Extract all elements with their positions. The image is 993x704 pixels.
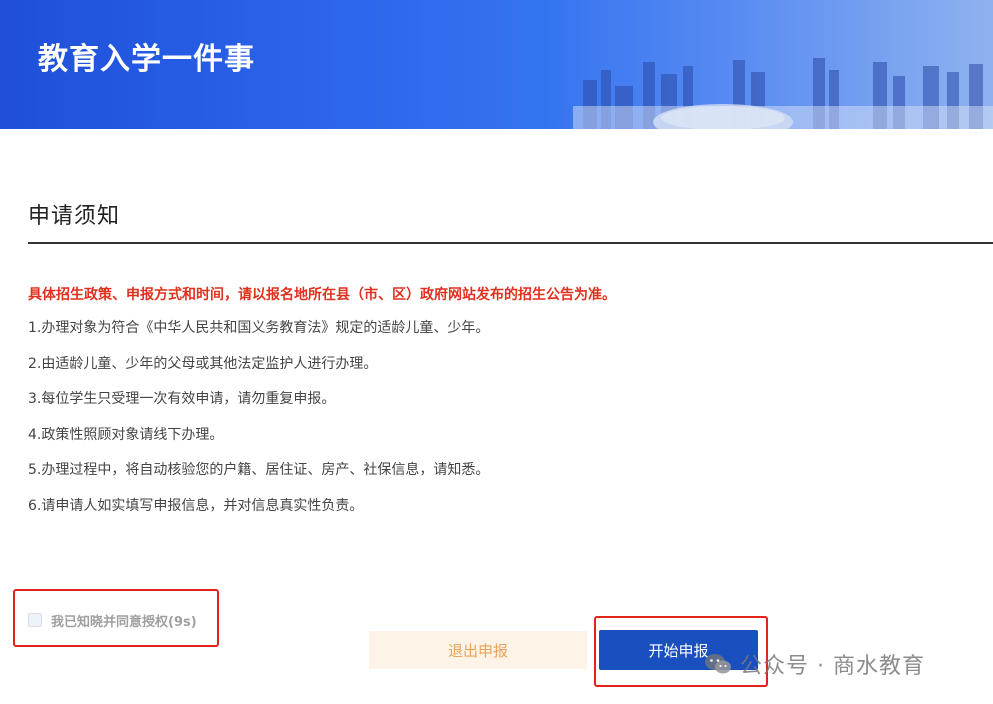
- page-title: 教育入学一件事: [38, 42, 255, 77]
- title-divider: [28, 242, 993, 244]
- notice-title: 申请须知: [28, 204, 121, 229]
- notice-list: 1.办理对象为符合《中华人民共和国义务教育法》规定的适龄儿童、少年。 2.由适龄…: [28, 318, 489, 531]
- header-banner: 教育入学一件事: [0, 0, 993, 129]
- wechat-icon: [705, 654, 731, 674]
- notice-item: 6.请申请人如实填写申报信息，并对信息真实性负责。: [28, 497, 364, 514]
- notice-item: 1.办理对象为符合《中华人民共和国义务教育法》规定的适龄儿童、少年。: [28, 320, 490, 336]
- agreement-label[interactable]: 我已知晓并同意授权(9s): [51, 611, 197, 630]
- city-skyline-image: [573, 58, 993, 129]
- watermark-text: 公众号 · 商水教育: [740, 654, 925, 679]
- watermark: 公众号 · 商水教育: [704, 649, 925, 679]
- notice-item: 2.由适龄儿童、少年的父母或其他法定监护人进行办理。: [28, 355, 378, 372]
- agreement-checkbox[interactable]: [28, 613, 42, 627]
- notice-item: 4.政策性照顾对象请线下办理。: [28, 426, 224, 443]
- exit-button[interactable]: 退出申报: [369, 631, 587, 669]
- notice-item: 3.每位学生只受理一次有效申请，请勿重复申报。: [28, 391, 336, 407]
- notice-item: 5.办理过程中，将自动核验您的户籍、居住证、房产、社保信息，请知悉。: [28, 462, 490, 478]
- notice-highlight: 具体招生政策、申报方式和时间，请以报名地所在县（市、区）政府网站发布的招生公告为…: [28, 287, 616, 303]
